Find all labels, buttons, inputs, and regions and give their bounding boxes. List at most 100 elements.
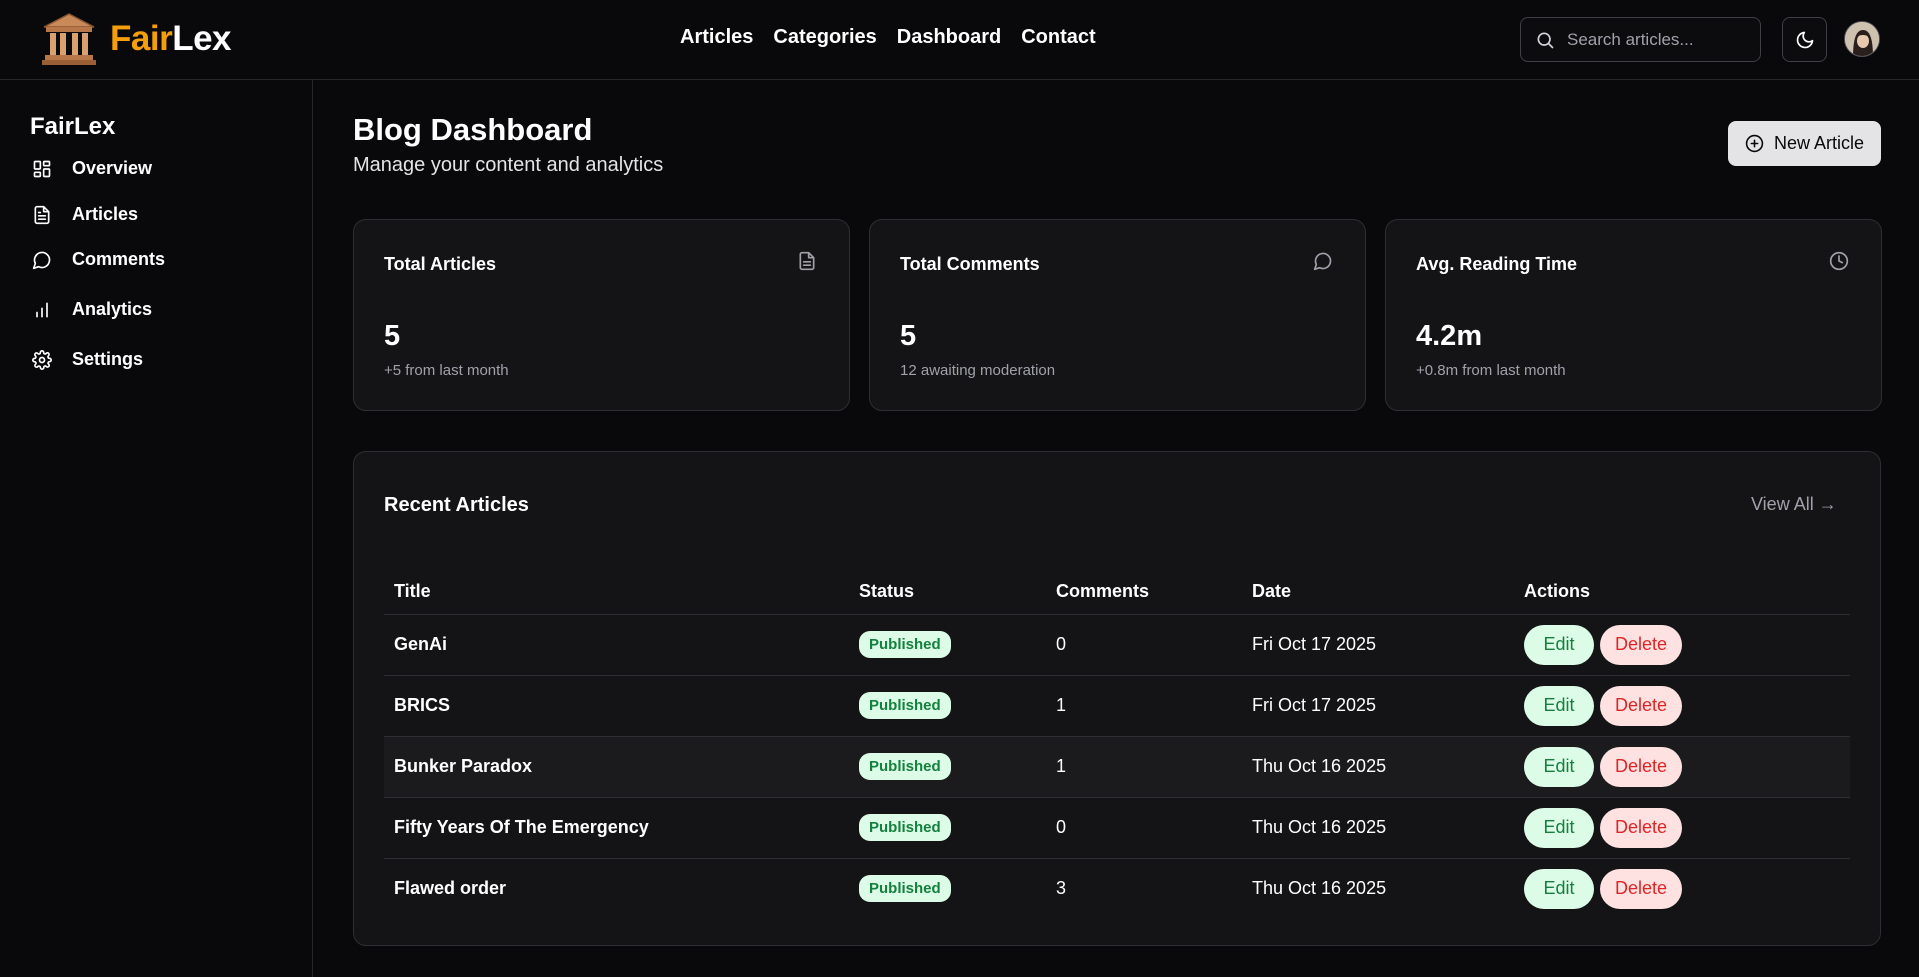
stat-card-total-articles: Total Articles 5 +5 from last month <box>353 219 850 411</box>
comments-count: 3 <box>1056 878 1067 899</box>
sidebar-item-analytics[interactable]: Analytics <box>32 299 152 320</box>
stat-card-note: +0.8m from last month <box>1416 362 1566 379</box>
nav-categories[interactable]: Categories <box>773 26 876 49</box>
edit-button[interactable]: Edit <box>1524 685 1594 726</box>
page-title: Blog Dashboard <box>353 112 593 147</box>
delete-button[interactable]: Delete <box>1600 685 1682 726</box>
status-cell: Published <box>849 858 1046 919</box>
brand[interactable]: FairLex <box>40 12 232 66</box>
status-cell: Published <box>849 614 1046 676</box>
clock-icon <box>1829 251 1849 271</box>
nav-dashboard[interactable]: Dashboard <box>897 26 1001 49</box>
recent-articles-panel: Recent Articles View All → Title Status … <box>353 451 1881 946</box>
message-circle-icon <box>1313 252 1332 271</box>
status-cell: Published <box>849 736 1046 798</box>
comments-count: 0 <box>1046 797 1242 859</box>
file-text-icon <box>799 251 815 271</box>
column-header-date: Date <box>1242 570 1514 615</box>
status-badge: Published <box>859 875 951 903</box>
nav-articles[interactable]: Articles <box>680 26 753 49</box>
panel-title: Recent Articles <box>384 494 529 516</box>
status-badge: Published <box>859 814 951 841</box>
gear-icon <box>32 349 52 370</box>
column-header-status: Status <box>849 570 1046 615</box>
sidebar-item-overview[interactable]: Overview <box>32 158 152 179</box>
column-header-actions: Actions <box>1514 570 1850 615</box>
avatar-image <box>1845 22 1879 56</box>
article-title[interactable]: GenAi <box>384 614 849 676</box>
delete-button[interactable]: Delete <box>1600 807 1682 848</box>
edit-button[interactable]: Edit <box>1524 868 1594 909</box>
article-title[interactable]: BRICS <box>384 675 849 737</box>
table-row: Fifty Years Of The Emergency Published 0… <box>384 797 1850 859</box>
comments-count: 0 <box>1046 614 1242 676</box>
stat-card-title: Total Comments <box>900 254 1040 274</box>
article-title[interactable]: Bunker Paradox <box>384 736 849 798</box>
delete-button[interactable]: Delete <box>1600 624 1682 665</box>
edit-button[interactable]: Edit <box>1524 624 1594 665</box>
sidebar-item-settings[interactable]: Settings <box>32 349 143 370</box>
edit-button[interactable]: Edit <box>1524 746 1594 787</box>
view-all-link[interactable]: View All → <box>1751 494 1837 515</box>
stat-card-value: 5 <box>900 320 917 352</box>
new-article-button[interactable]: New Article <box>1728 121 1881 166</box>
stat-card-value: 4.2m <box>1416 320 1483 352</box>
stat-card-total-comments: Total Comments 5 12 awaiting moderation <box>869 219 1366 411</box>
plus-circle-icon <box>1745 134 1764 153</box>
article-date: Thu Oct 16 2025 <box>1252 878 1387 899</box>
top-nav: Articles Categories Dashboard Contact <box>680 26 1096 49</box>
sidebar-title: FairLex <box>30 113 116 140</box>
status-cell: Published <box>849 675 1046 737</box>
theme-toggle-button[interactable] <box>1782 17 1827 62</box>
nav-contact[interactable]: Contact <box>1021 26 1095 49</box>
article-date: Fri Oct 17 2025 <box>1242 675 1514 737</box>
new-article-label: New Article <box>1773 133 1865 153</box>
message-circle-icon <box>32 251 51 269</box>
stat-card-note: 12 awaiting moderation <box>900 362 1056 379</box>
comments-count: 1 <box>1046 675 1242 737</box>
stat-card-note: +5 from last month <box>384 362 509 379</box>
comments-count: 1 <box>1046 736 1242 798</box>
table-row: GenAi Published 0 Fri Oct 17 2025 Edit De… <box>384 614 1850 676</box>
brand-name-lex: Lex <box>172 19 232 58</box>
table-row: Flawed order Published 3 Thu Oct 16 2025… <box>384 858 1850 919</box>
article-title[interactable]: Fifty Years Of The Emergency <box>384 797 849 859</box>
stat-card-avg-reading-time: Avg. Reading Time 4.2m +0.8m from last m… <box>1385 219 1882 411</box>
sidebar-item-label: Overview <box>72 158 153 178</box>
search-box[interactable] <box>1520 17 1761 62</box>
status-cell: Published <box>849 797 1046 859</box>
status-badge: Published <box>859 631 951 658</box>
stat-card-title: Total Articles <box>384 254 497 274</box>
sidebar-item-label: Analytics <box>72 299 153 319</box>
status-badge: Published <box>859 692 951 719</box>
brand-name-fair: Fair <box>110 19 173 58</box>
courthouse-icon <box>42 13 96 65</box>
column-header-title: Title <box>384 570 849 615</box>
article-date: Thu Oct 16 2025 <box>1242 736 1514 798</box>
article-date: Fri Oct 17 2025 <box>1242 614 1514 676</box>
stat-card-title: Avg. Reading Time <box>1416 254 1578 274</box>
edit-button[interactable]: Edit <box>1524 807 1594 848</box>
table-header-row: Title Status Comments Date Actions <box>384 570 1850 615</box>
brand-name: FairLex <box>110 19 232 59</box>
grid-icon <box>33 160 51 177</box>
article-title[interactable]: Flawed order <box>384 858 849 919</box>
search-input[interactable] <box>1567 29 1747 50</box>
delete-button[interactable]: Delete <box>1600 868 1682 909</box>
sidebar-item-label: Articles <box>72 204 139 224</box>
actions-cell: Edit Delete <box>1514 614 1850 676</box>
actions-cell: Edit Delete <box>1514 797 1850 859</box>
table-row: BRICS Published 1 Fri Oct 17 2025 Edit De… <box>384 675 1850 737</box>
stat-card-value: 5 <box>384 320 401 352</box>
sidebar-item-comments[interactable]: Comments <box>32 249 165 270</box>
top-navbar: FairLex Articles Categories Dashboard Co… <box>0 0 1919 80</box>
avatar[interactable] <box>1844 21 1880 57</box>
delete-button[interactable]: Delete <box>1600 746 1682 787</box>
articles-table: Title Status Comments Date Actions GenAi… <box>384 570 1850 919</box>
bar-chart-icon <box>36 302 48 317</box>
sidebar-item-articles[interactable]: Articles <box>32 204 138 225</box>
moon-icon <box>1796 31 1813 48</box>
file-icon <box>34 205 50 224</box>
actions-cell: Edit Delete <box>1514 675 1850 737</box>
sidebar-item-label: Settings <box>72 349 144 369</box>
